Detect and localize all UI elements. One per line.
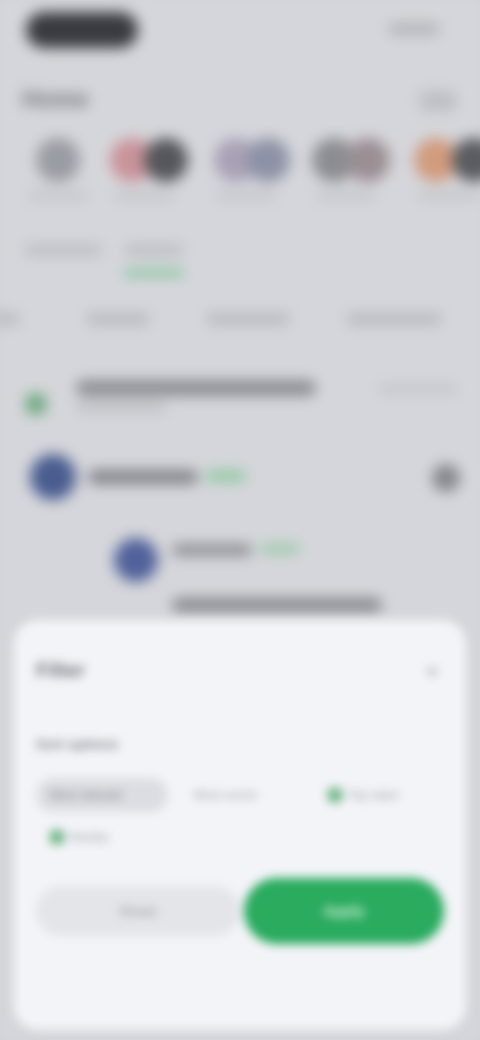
option-top-rated[interactable]: ✓ Top rated [314, 778, 444, 812]
story-label [316, 192, 376, 200]
option-label: Most recent [194, 788, 257, 802]
close-icon[interactable]: ✕ [422, 662, 442, 682]
checkbox-checked-icon[interactable]: ✓ [328, 788, 342, 802]
tab-top[interactable] [206, 312, 290, 326]
suggestion-icon [26, 394, 46, 414]
tab-item[interactable] [0, 312, 20, 326]
sheet-title: Filter [36, 660, 85, 682]
sub-tabs[interactable] [24, 238, 224, 278]
story-item[interactable] [306, 130, 396, 210]
page-title: Home [22, 86, 89, 113]
subtab-following[interactable] [24, 244, 102, 256]
apply-button[interactable]: Apply [244, 878, 444, 944]
filter-bottom-sheet[interactable]: Filter ✕ Sort options Most relevant Most… [14, 620, 466, 1030]
header-action-button[interactable] [418, 90, 458, 112]
main-tabs[interactable] [0, 304, 480, 334]
story-avatar[interactable] [346, 138, 390, 182]
status-time-pill [26, 12, 138, 48]
suggestion-subtext [76, 402, 166, 412]
reset-button[interactable]: Reset [36, 886, 240, 936]
suggestion-text [76, 380, 316, 396]
option-most-relevant[interactable]: Most relevant [36, 778, 168, 812]
story-label [28, 192, 88, 200]
reply-text [172, 598, 382, 612]
avatar[interactable] [114, 538, 158, 582]
tab-latest[interactable] [86, 312, 150, 326]
active-tab-indicator [124, 270, 184, 276]
story-item[interactable] [408, 130, 480, 210]
avatar[interactable] [30, 454, 76, 500]
option-label: Most relevant [50, 788, 123, 802]
story-label [114, 192, 174, 200]
post-header[interactable] [30, 450, 470, 510]
checkbox-checked-icon[interactable]: ✓ [50, 830, 64, 844]
story-label [216, 192, 276, 200]
option-most-recent[interactable]: Most recent [180, 778, 300, 812]
option-label: Top rated [348, 788, 399, 802]
reply-item[interactable] [110, 532, 450, 622]
story-avatar[interactable] [36, 138, 80, 182]
reply-author-name[interactable] [172, 544, 252, 556]
see-all-link[interactable] [378, 384, 458, 394]
status-badge [206, 470, 246, 482]
story-avatar[interactable] [246, 138, 290, 182]
suggestion-banner[interactable] [22, 372, 462, 422]
story-avatar[interactable] [452, 138, 480, 182]
tab-media[interactable] [346, 312, 442, 326]
story-avatar[interactable] [144, 138, 188, 182]
story-item[interactable] [206, 130, 296, 210]
subtab-for-you[interactable] [124, 244, 184, 256]
option-label: Nearby [70, 830, 109, 844]
status-indicators [388, 22, 440, 36]
post-author-name[interactable] [88, 470, 198, 484]
stories-row[interactable] [0, 130, 480, 210]
more-options-icon[interactable] [432, 464, 460, 492]
section-title: Sort options [36, 736, 119, 752]
story-item[interactable] [104, 130, 194, 210]
option-nearby[interactable]: ✓ Nearby [36, 820, 156, 854]
story-label [418, 192, 478, 200]
status-badge [260, 544, 300, 554]
story-item[interactable] [18, 130, 108, 210]
